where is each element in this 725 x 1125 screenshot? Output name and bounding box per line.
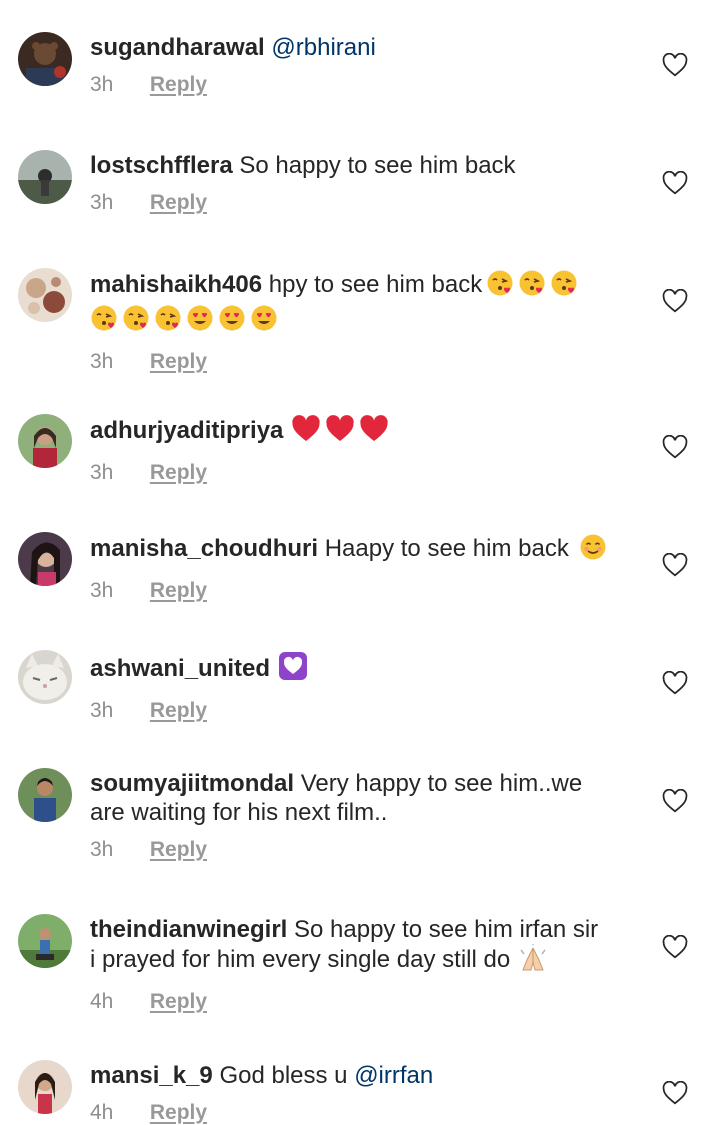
avatar[interactable] bbox=[18, 414, 72, 468]
reply-button[interactable]: Reply bbox=[150, 73, 207, 96]
smiling-face-emoji bbox=[579, 533, 607, 568]
reply-button[interactable]: Reply bbox=[150, 838, 207, 861]
reply-button[interactable]: Reply bbox=[150, 579, 207, 602]
reply-button[interactable]: Reply bbox=[150, 461, 207, 484]
comment-meta: 4h Reply bbox=[90, 1101, 630, 1125]
avatar[interactable] bbox=[18, 32, 72, 86]
purple-heart-emoji bbox=[278, 651, 308, 688]
comment-meta: 4h Reply bbox=[90, 990, 630, 1014]
comment-time: 3h bbox=[90, 461, 114, 484]
heart-outline-icon[interactable] bbox=[662, 170, 690, 197]
comment-username[interactable]: adhurjyaditipriya bbox=[90, 417, 283, 444]
comment-time: 4h bbox=[90, 990, 114, 1013]
comment-body: So happy to see him back bbox=[239, 152, 516, 179]
heart-outline-icon[interactable] bbox=[662, 552, 690, 579]
comment-time: 3h bbox=[90, 579, 114, 602]
red-heart-emoji bbox=[291, 415, 321, 450]
comment-text: mahishaikh406 hpy to see him back bbox=[90, 269, 630, 304]
comment-mention[interactable]: @rbhirani bbox=[271, 34, 375, 61]
comment-body: Haapy to see him back bbox=[324, 535, 569, 562]
red-heart-emoji bbox=[359, 415, 389, 450]
comment-meta: 3h Reply bbox=[90, 699, 630, 723]
reply-button[interactable]: Reply bbox=[150, 191, 207, 214]
comment-text-line2 bbox=[86, 304, 630, 339]
kissing-heart-emoji bbox=[122, 304, 150, 339]
reply-button[interactable]: Reply bbox=[150, 1101, 207, 1124]
avatar[interactable] bbox=[18, 150, 72, 204]
avatar[interactable] bbox=[18, 650, 72, 704]
kissing-heart-emoji bbox=[154, 304, 182, 339]
comment-body: Very happy to see him..we bbox=[300, 770, 583, 797]
comment-username[interactable]: manisha_choudhuri bbox=[90, 535, 318, 562]
comment-body-line2: i prayed for him every single day still … bbox=[90, 946, 511, 973]
avatar[interactable] bbox=[18, 914, 72, 968]
comment-mention[interactable]: @irrfan bbox=[354, 1062, 433, 1089]
comment-username[interactable]: ashwani_united bbox=[90, 655, 270, 682]
comment-text: ashwani_united bbox=[90, 651, 630, 688]
folded-hands-emoji bbox=[518, 943, 548, 979]
comment-text: lostschfflera So happy to see him back bbox=[90, 151, 630, 180]
heart-outline-icon[interactable] bbox=[662, 52, 690, 79]
comment-meta: 3h Reply bbox=[90, 73, 630, 97]
red-heart-emoji bbox=[325, 415, 355, 450]
comment-text-line2: are waiting for his next film.. bbox=[90, 799, 388, 826]
comment-meta: 3h Reply bbox=[90, 461, 630, 485]
comment-username[interactable]: mansi_k_9 bbox=[90, 1062, 213, 1089]
heart-outline-icon[interactable] bbox=[662, 1080, 690, 1107]
reply-button[interactable]: Reply bbox=[150, 990, 207, 1013]
heart-eyes-emoji bbox=[218, 304, 246, 339]
reply-button[interactable]: Reply bbox=[150, 699, 207, 722]
heart-outline-icon[interactable] bbox=[662, 934, 690, 961]
comment-time: 3h bbox=[90, 350, 114, 373]
kissing-heart-emoji bbox=[550, 269, 578, 304]
reply-button[interactable]: Reply bbox=[150, 350, 207, 373]
comment-meta: 3h Reply bbox=[90, 579, 630, 603]
comment-time: 3h bbox=[90, 191, 114, 214]
comment-username[interactable]: sugandharawal bbox=[90, 34, 265, 61]
heart-eyes-emoji bbox=[186, 304, 214, 339]
comment-body: So happy to see him irfan sir bbox=[294, 916, 599, 943]
comment-time: 3h bbox=[90, 699, 114, 722]
comment-text: mansi_k_9 God bless u @irrfan bbox=[90, 1061, 630, 1090]
avatar[interactable] bbox=[18, 768, 72, 822]
comment-meta: 3h Reply bbox=[90, 350, 630, 374]
comment-text: adhurjyaditipriya bbox=[90, 415, 630, 450]
comment-body: God bless u bbox=[219, 1062, 348, 1089]
kissing-heart-emoji bbox=[90, 304, 118, 339]
kissing-heart-emoji bbox=[518, 269, 546, 304]
comment-username[interactable]: soumyajiitmondal bbox=[90, 770, 294, 797]
avatar[interactable] bbox=[18, 532, 72, 586]
kissing-heart-emoji bbox=[486, 269, 514, 304]
comment-time: 3h bbox=[90, 73, 114, 96]
heart-outline-icon[interactable] bbox=[662, 288, 690, 315]
avatar[interactable] bbox=[18, 1060, 72, 1114]
comment-body: hpy to see him back bbox=[268, 271, 483, 298]
comment-text: soumyajiitmondal Very happy to see him..… bbox=[90, 769, 630, 798]
comment-meta: 3h Reply bbox=[90, 191, 630, 215]
comment-meta: 3h Reply bbox=[90, 838, 630, 862]
avatar[interactable] bbox=[18, 268, 72, 322]
comment-username[interactable]: mahishaikh406 bbox=[90, 271, 262, 298]
comment-username[interactable]: theindianwinegirl bbox=[90, 916, 287, 943]
comment-text: sugandharawal @rbhirani bbox=[90, 33, 630, 62]
comment-text-line2: i prayed for him every single day still … bbox=[90, 943, 630, 979]
heart-outline-icon[interactable] bbox=[662, 788, 690, 815]
heart-eyes-emoji bbox=[250, 304, 278, 339]
comment-username[interactable]: lostschfflera bbox=[90, 152, 233, 179]
comment-time: 4h bbox=[90, 1101, 114, 1124]
comment-time: 3h bbox=[90, 838, 114, 861]
heart-outline-icon[interactable] bbox=[662, 434, 690, 461]
comment-text: theindianwinegirl So happy to see him ir… bbox=[90, 915, 630, 944]
comment-text: manisha_choudhuri Haapy to see him back bbox=[90, 533, 630, 568]
heart-outline-icon[interactable] bbox=[662, 670, 690, 697]
